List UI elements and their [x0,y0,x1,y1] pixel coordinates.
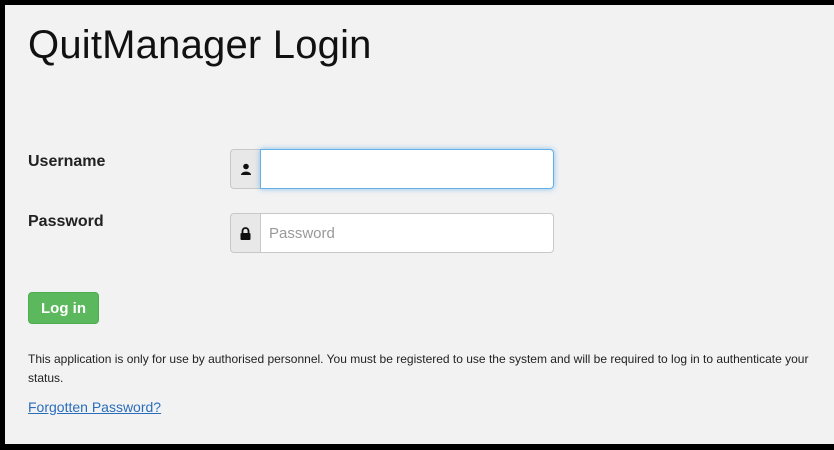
login-button[interactable]: Log in [28,292,99,324]
username-label: Username [28,153,106,170]
user-icon [230,149,260,189]
forgotten-password-link[interactable]: Forgotten Password? [28,399,161,415]
access-notice: This application is only for use by auth… [28,352,809,385]
username-input-group [230,149,554,189]
password-input-group [230,213,554,253]
username-input[interactable] [260,149,554,189]
page-title: QuitManager Login [28,23,372,67]
lock-icon [230,213,260,253]
password-input[interactable] [260,213,554,253]
login-panel: QuitManager Login Username Password Log … [0,0,834,450]
password-label: Password [28,213,104,230]
